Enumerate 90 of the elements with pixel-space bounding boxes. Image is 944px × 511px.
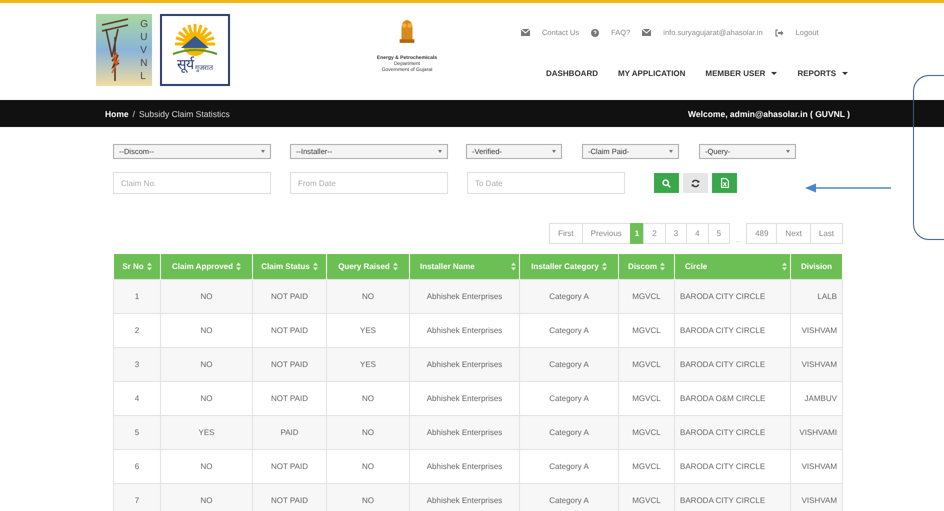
table-cell: VISHVAM: [790, 348, 842, 382]
table-cell: 5: [114, 416, 160, 450]
table-cell: Abhishek Enterprises: [410, 280, 520, 314]
sort-icon: [782, 262, 787, 271]
logo-letter: G: [140, 18, 148, 30]
breadcrumb-link[interactable]: Home: [105, 108, 129, 118]
caret-icon: [771, 72, 778, 75]
column-header[interactable]: Sr No: [114, 254, 160, 280]
table-cell: YES: [160, 416, 252, 450]
sort-icon: [146, 262, 152, 271]
refresh-icon: [691, 178, 700, 188]
refresh-button[interactable]: [683, 173, 708, 193]
pagination-link[interactable]: 5: [708, 223, 730, 244]
table-cell: 3: [114, 348, 160, 382]
table-cell: NO: [326, 416, 410, 450]
nav-menu-item[interactable]: DASHBOARD: [546, 69, 598, 78]
table-cell: Category A: [520, 416, 618, 450]
column-header[interactable]: Installer Name: [410, 254, 520, 280]
pagination-link[interactable]: 4: [686, 223, 709, 244]
sort-icon: [602, 262, 607, 271]
filter-input-field[interactable]: Claim No.: [113, 172, 271, 194]
mail-icon: [521, 29, 530, 36]
column-header[interactable]: Claim Approved: [160, 254, 252, 280]
breadcrumb-separator: /: [132, 108, 135, 118]
table-cell: 7: [114, 484, 160, 511]
pagination-link[interactable]: 3: [664, 223, 688, 244]
sort-icon: [236, 262, 242, 271]
pagination-link[interactable]: First: [549, 223, 583, 244]
mail-icon: [642, 29, 652, 36]
sort-icon: [312, 262, 318, 271]
logo-letter: V: [140, 44, 148, 56]
table-cell: Abhishek Enterprises: [410, 416, 520, 450]
sort-icon: [660, 262, 665, 271]
spreadsheet-file-icon: [720, 178, 728, 188]
table-cell: NO: [160, 280, 252, 314]
table-cell: Category A: [520, 484, 618, 511]
pagination-link[interactable]: Next: [776, 223, 811, 244]
table-cell: NOT PAID: [252, 484, 326, 511]
table-cell: NO: [326, 280, 410, 314]
table-cell: 1: [114, 280, 160, 314]
sort-icon: [511, 262, 516, 271]
table-cell: BARODA CITY CIRCLE: [674, 416, 790, 450]
table-cell: MGVCL: [618, 416, 674, 450]
table-cell: BARODA CITY CIRCLE: [674, 280, 790, 314]
nav-menu-item[interactable]: MY APPLICATION: [618, 69, 686, 78]
table-cell: MGVCL: [618, 280, 674, 314]
pagination-link[interactable]: 2: [643, 223, 666, 244]
table-cell: VISHVAM: [790, 484, 842, 511]
table-cell: Abhishek Enterprises: [410, 484, 520, 511]
column-header[interactable]: Installer Category: [520, 254, 618, 280]
logo-letter: N: [140, 56, 148, 70]
table-cell: NO: [326, 484, 410, 511]
breadcrumb-current: Subsidy Claim Statistics: [139, 108, 230, 118]
table-cell: Category A: [520, 280, 618, 314]
table-cell: PAID: [252, 416, 326, 450]
help-icon: [591, 28, 600, 36]
pagination-link[interactable]: 1: [630, 223, 644, 244]
logo-text: सूर्य: [177, 56, 194, 72]
column-header[interactable]: Query Raised: [326, 254, 410, 280]
table-cell: MGVCL: [618, 348, 674, 382]
logout-icon: [774, 28, 784, 36]
caret-icon: [842, 72, 848, 75]
pylon-drawing: [100, 17, 130, 83]
table-cell: YES: [326, 348, 410, 382]
table-cell: VISHVAMI: [790, 416, 842, 450]
table-cell: LALB: [790, 280, 842, 314]
table-cell: NOT PAID: [252, 280, 326, 314]
nav-menu-item[interactable]: REPORTS: [797, 69, 848, 78]
column-header[interactable]: Claim Status: [252, 254, 326, 280]
column-header[interactable]: Discom: [618, 254, 674, 280]
nav-menu-item[interactable]: MEMBER USER: [705, 69, 778, 78]
logo-letter: L: [140, 70, 147, 82]
logo-letter: U: [140, 30, 148, 44]
table-cell: Category A: [520, 348, 618, 382]
filter-input-field[interactable]: To Date: [467, 172, 625, 194]
welcome-text: Welcome, admin@ahasolar.in ( GUVNL ): [688, 108, 850, 118]
pagination-link[interactable]: 489: [746, 223, 778, 244]
table-cell: NOT PAID: [252, 348, 326, 382]
search-icon: [662, 178, 671, 188]
table-cell: Abhishek Enterprises: [410, 348, 520, 382]
table-cell: BARODA CITY CIRCLE: [674, 348, 790, 382]
table-cell: MGVCL: [618, 484, 674, 511]
table-cell: BARODA CITY CIRCLE: [674, 484, 790, 511]
pagination-link[interactable]: Last: [810, 223, 843, 244]
filter-input-field[interactable]: From Date: [290, 172, 448, 194]
sort-icon: [392, 262, 398, 271]
table-cell: NO: [160, 348, 252, 382]
table-cell: NO: [160, 484, 252, 511]
column-header[interactable]: Division: [790, 254, 842, 280]
column-header[interactable]: Circle: [674, 254, 790, 280]
